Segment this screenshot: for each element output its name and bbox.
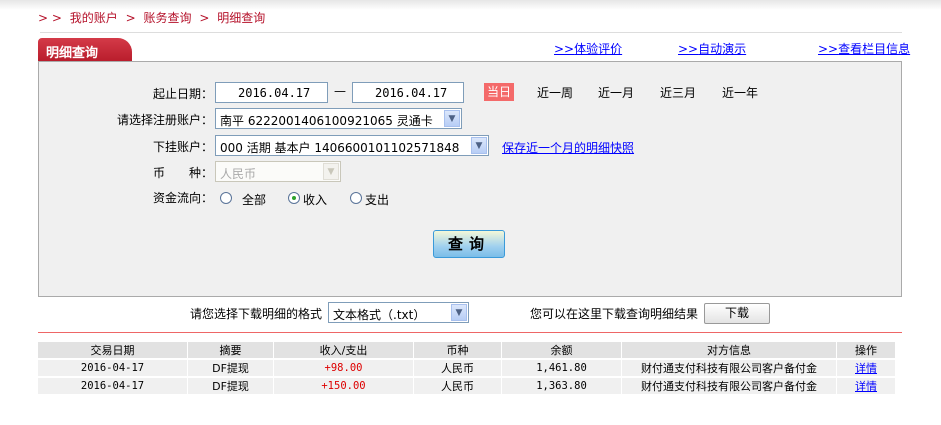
- date-label: 起止日期：: [152, 87, 213, 101]
- col-summary: 摘要: [188, 342, 274, 358]
- radio-expense-label: 支出: [365, 193, 390, 207]
- breadcrumb-detail-query: 明细查询: [217, 11, 266, 25]
- account-select[interactable]: 南平 6222001406100921065 灵通卡 ▼: [215, 108, 462, 129]
- cell-balance: 1,363.80: [502, 378, 622, 394]
- quick-year[interactable]: 近一年: [722, 84, 758, 101]
- breadcrumb-sep: >: [125, 11, 136, 25]
- chevron-down-icon: ▼: [444, 110, 460, 127]
- tab-detail-query[interactable]: 明细查询: [38, 38, 132, 62]
- breadcrumb-prefix: > >: [38, 11, 62, 25]
- table-row: 2016-04-17 DF提现 +150.00 人民币 1,363.80 财付通…: [38, 378, 896, 394]
- download-hint: 您可以在这里下载查询明细结果: [530, 307, 699, 321]
- end-date-input[interactable]: 2016.04.17: [352, 82, 464, 103]
- details-link[interactable]: 详情: [855, 380, 877, 393]
- feedback-link[interactable]: >>体验评价: [554, 40, 622, 57]
- column-info-link[interactable]: >>查看栏目信息: [818, 40, 910, 57]
- cell-summary: DF提现: [188, 360, 274, 376]
- cell-date: 2016-04-17: [38, 378, 188, 394]
- radio-income[interactable]: [288, 192, 300, 204]
- download-format-label: 请您选择下载明细的格式: [190, 307, 323, 321]
- col-counterparty: 对方信息: [622, 342, 837, 358]
- cell-date: 2016-04-17: [38, 360, 188, 376]
- chevron-down-icon: ▼: [471, 137, 487, 154]
- query-button[interactable]: 查询: [433, 230, 505, 258]
- quick-month[interactable]: 近一月: [598, 84, 634, 101]
- chevron-down-icon: ▼: [451, 304, 467, 321]
- radio-all-label: 全部: [242, 193, 267, 207]
- cell-counterparty: 财付通支付科技有限公司客户备付金: [622, 360, 837, 376]
- col-currency: 币种: [414, 342, 502, 358]
- snapshot-link[interactable]: 保存近一个月的明细快照: [502, 139, 634, 156]
- radio-income-label: 收入: [303, 193, 328, 207]
- cell-currency: 人民币: [414, 378, 502, 394]
- auto-demo-link[interactable]: >>自动演示: [678, 40, 746, 57]
- start-date-input[interactable]: 2016.04.17: [215, 82, 328, 103]
- cell-currency: 人民币: [414, 360, 502, 376]
- sub-account-select[interactable]: 000 活期 基本户 1406600101102571848 ▼: [215, 135, 489, 156]
- table-header: 交易日期 摘要 收入/支出 币种 余额 对方信息 操作: [38, 342, 896, 358]
- col-balance: 余额: [502, 342, 622, 358]
- breadcrumb: > > 我的账户 > 账务查询 > 明细查询: [38, 9, 269, 26]
- divider: [38, 332, 902, 333]
- cell-action: 详情: [837, 378, 896, 394]
- quick-week[interactable]: 近一周: [537, 84, 573, 101]
- divider: [40, 32, 902, 33]
- breadcrumb-account-query[interactable]: 账务查询: [144, 11, 192, 25]
- details-link[interactable]: 详情: [855, 362, 877, 375]
- breadcrumb-my-account[interactable]: 我的账户: [70, 11, 118, 25]
- cell-counterparty: 财付通支付科技有限公司客户备付金: [622, 378, 837, 394]
- sub-account-label: 下挂账户：: [152, 140, 213, 154]
- cell-action: 详情: [837, 360, 896, 376]
- cell-amount: +98.00: [274, 360, 414, 376]
- breadcrumb-sep: >: [199, 11, 210, 25]
- chevron-down-icon: ▼: [323, 163, 339, 180]
- flow-label: 资金流向：: [152, 191, 213, 205]
- radio-expense[interactable]: [350, 192, 362, 204]
- download-format-select[interactable]: 文本格式（.txt） ▼: [328, 302, 469, 323]
- quick-today[interactable]: 当日: [484, 83, 514, 101]
- col-action: 操作: [837, 342, 896, 358]
- date-separator: —: [334, 84, 346, 98]
- cell-amount: +150.00: [274, 378, 414, 394]
- table-row: 2016-04-17 DF提现 +98.00 人民币 1,461.80 财付通支…: [38, 360, 896, 376]
- cell-summary: DF提现: [188, 378, 274, 394]
- detail-table: 交易日期 摘要 收入/支出 币种 余额 对方信息 操作 2016-04-17 D…: [38, 340, 896, 396]
- currency-select: 人民币 ▼: [215, 161, 341, 182]
- account-label: 请选择注册账户：: [116, 113, 213, 127]
- col-date: 交易日期: [38, 342, 188, 358]
- cell-balance: 1,461.80: [502, 360, 622, 376]
- col-amount: 收入/支出: [274, 342, 414, 358]
- download-button[interactable]: 下载: [704, 303, 770, 324]
- quick-three-months[interactable]: 近三月: [660, 84, 696, 101]
- radio-all[interactable]: [220, 192, 232, 204]
- currency-label: 币 种：: [152, 166, 213, 180]
